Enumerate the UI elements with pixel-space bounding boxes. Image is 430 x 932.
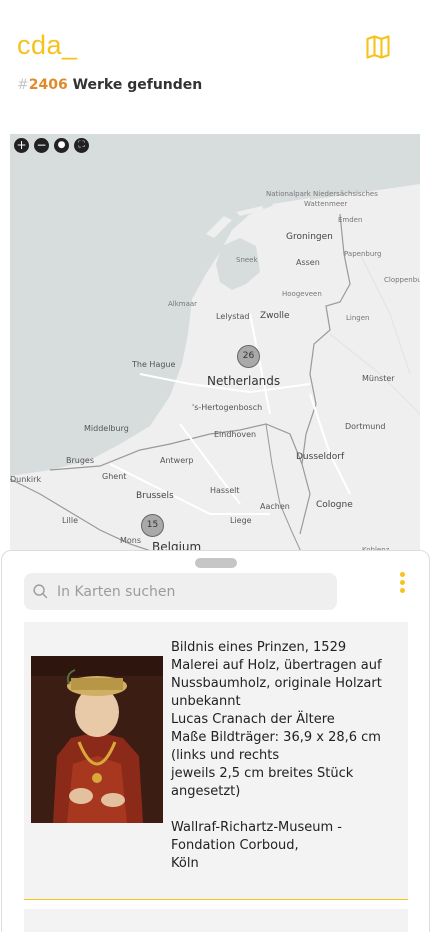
artwork-dimensions: Maße Bildträger: 36,9 x 28,6 cm [171,730,381,745]
artwork-detail-line: Nussbaumholz, originale Holzart [171,676,382,691]
map-label: Assen [296,258,320,267]
drag-handle[interactable] [195,558,237,568]
hash-symbol: # [17,77,29,93]
map-label: Nationalpark Niedersächsisches [266,190,378,198]
artwork-artist: Lucas Cranach der Ältere [171,712,335,727]
map-label: Bruges [66,456,95,465]
map-label: Münster [362,374,395,383]
search-icon [33,584,48,599]
artwork-details: Bildnis eines Prinzen, 1529 Malerei auf … [171,639,401,873]
map-cluster-marker[interactable]: 26 [237,345,260,368]
map-label: Alkmaar [168,300,198,308]
map-label: Middelburg [84,424,129,433]
map-view-toggle[interactable] [364,33,392,61]
map-label: Lingen [346,314,370,322]
map-label: Dunkirk [10,475,42,484]
map-view[interactable]: + − ● ⛶ Nationalpark Niedersächsisches W… [10,134,420,554]
map-label: Zwolle [260,311,290,321]
map-icon [366,35,390,59]
kebab-dot-icon [399,588,405,593]
artwork-card[interactable] [24,909,408,932]
map-label: Dortmund [345,422,386,431]
artwork-detail-line: Malerei auf Holz, übertragen auf [171,658,382,673]
map-label: Emden [338,216,363,224]
map-label: Cologne [316,500,353,510]
map-label: Lille [62,516,79,525]
result-count: #2406 Werke gefunden [17,77,202,93]
artwork-thumbnail [31,656,163,823]
result-count-number: 2406 [28,77,68,93]
map-label: Aachen [260,502,290,511]
map-label: Mons [120,536,142,545]
artwork-title: Bildnis eines Prinzen, 1529 [171,640,347,655]
map-label: Liege [230,516,252,525]
map-label: Eindhoven [214,430,257,439]
map-cluster-marker[interactable]: 15 [141,514,164,537]
map-label: Ghent [102,472,127,481]
map-label: Brussels [136,491,174,501]
search-bar[interactable] [24,573,337,610]
app-header: cda_ #2406 Werke gefunden [0,0,430,130]
map-label: Cloppenbur [384,276,420,284]
map-label-country: Netherlands [207,374,281,388]
artwork-location: Köln [171,856,199,871]
artwork-detail-line: angesetzt) [171,784,241,799]
map-label: Antwerp [160,456,194,465]
locate-button[interactable]: ● [54,138,69,153]
artwork-card[interactable]: Bildnis eines Prinzen, 1529 Malerei auf … [24,622,408,900]
zoom-in-button[interactable]: + [14,138,29,153]
artwork-detail-line: unbekannt [171,694,241,709]
map-label: Hasselt [210,486,240,495]
map-label: Papenburg [344,250,382,258]
map-controls: + − ● ⛶ [14,138,89,153]
app-logo[interactable]: cda_ [17,30,78,61]
bottom-sheet: Bildnis eines Prinzen, 1529 Malerei auf … [1,550,430,932]
kebab-dot-icon [399,580,405,585]
map-label: 's-Hertogenbosch [192,403,263,412]
artwork-detail-line: (links und rechts [171,748,280,763]
map-label: Hoogeveen [282,290,322,298]
artwork-detail-line: jeweils 2,5 cm breites Stück [171,766,354,781]
map-label: Sneek [236,256,258,264]
map-label: Groningen [286,232,333,242]
map-label: The Hague [132,360,176,369]
artwork-museum: Wallraf-Richartz-Museum - [171,820,342,835]
map-label: Lelystad [216,312,250,321]
zoom-out-button[interactable]: − [34,138,49,153]
kebab-dot-icon [399,572,405,577]
fullscreen-button[interactable]: ⛶ [74,138,89,153]
more-options-button[interactable] [397,572,407,598]
map-label: Wattenmeer [304,200,348,208]
artwork-museum: Fondation Corboud, [171,838,299,853]
search-input[interactable] [57,573,327,610]
map-label: Dusseldorf [296,452,345,462]
result-count-label: Werke gefunden [67,77,203,93]
